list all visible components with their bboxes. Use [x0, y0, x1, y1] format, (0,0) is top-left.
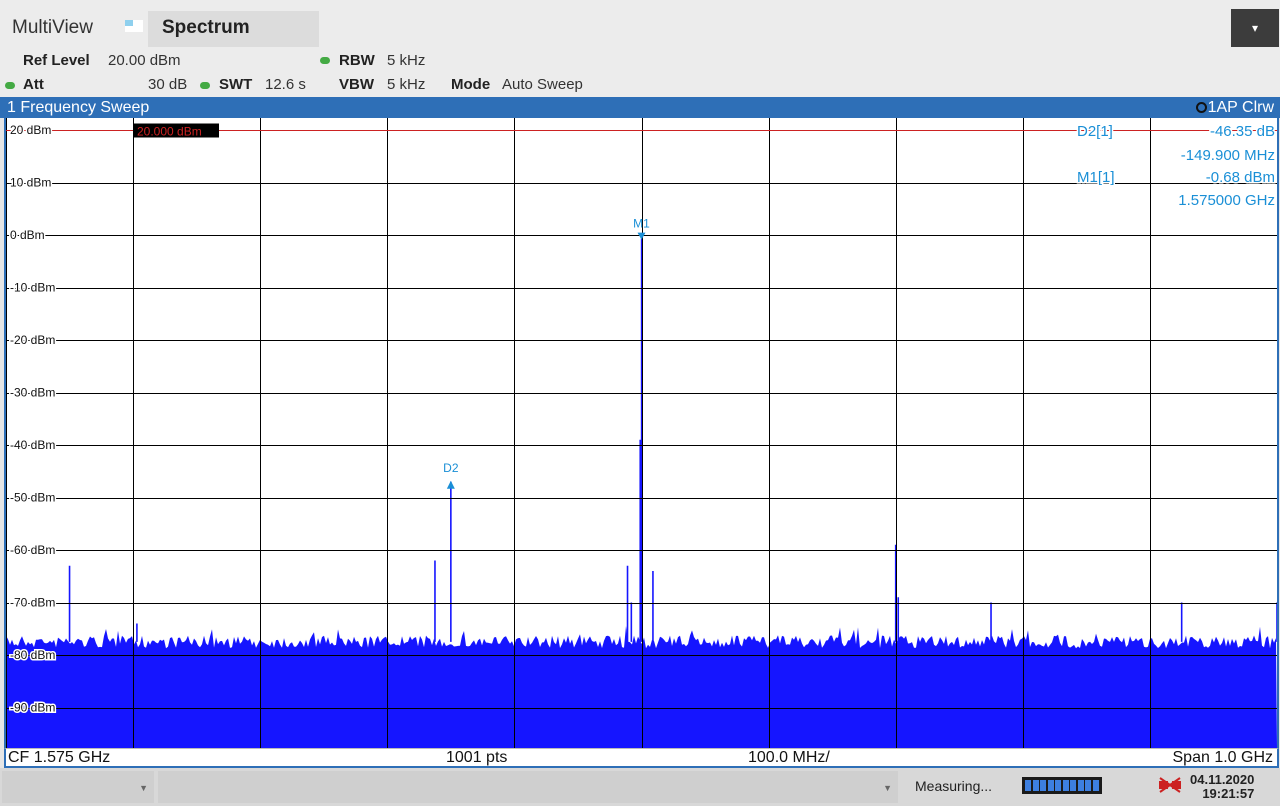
y-tick-label: -40 dBm	[10, 438, 55, 452]
marker-table-name: D2[1]	[1077, 123, 1113, 140]
y-tick-label: -90 dBm	[10, 701, 55, 715]
y-tick-label: -50 dBm	[10, 491, 55, 505]
progress-segment	[1040, 780, 1046, 791]
dropdown-menu-button[interactable]: ▾	[1231, 9, 1279, 47]
plot-footer: CF 1.575 GHz 1001 pts 100.0 MHz/ Span 1.…	[4, 748, 1279, 768]
network-status-icon	[1159, 777, 1181, 793]
spectrum-plot[interactable]: 20.000 dBm M1 D2 20 dBm 10 dBm 0 dBm -10 dBm…	[4, 118, 1279, 748]
trace-label: 1AP Clrw	[1207, 99, 1274, 116]
att-value: 30 dB	[148, 76, 188, 93]
ref-level-key: Ref Level	[23, 52, 90, 69]
spectrum-chart: 20.000 dBm M1 D2 20 dBm 10 dBm 0 dBm -10 dBm…	[6, 118, 1277, 748]
y-tick-label: 0 dBm	[10, 228, 45, 242]
progress-segment	[1047, 780, 1054, 791]
y-tick-label: -30 dBm	[10, 386, 55, 400]
division-size: 100.0 MHz/	[748, 749, 830, 766]
trace-circle-icon	[1195, 102, 1207, 113]
y-tick-label: -60 dBm	[10, 543, 55, 557]
multiview-label[interactable]: MultiView	[12, 17, 93, 39]
vbw-key: VBW	[339, 76, 374, 93]
progress-segment	[1055, 780, 1061, 791]
y-tick-label: -70 dBm	[10, 596, 55, 610]
tab-spectrum[interactable]: Spectrum	[148, 11, 319, 47]
marker-table-value: -0.68 dBm	[1206, 169, 1275, 186]
y-tick-label: -20 dBm	[10, 333, 55, 347]
marker-d2-label: D2	[443, 461, 459, 475]
y-tick-label: 20 dBm	[10, 123, 51, 137]
y-tick-label: -10 dBm	[10, 281, 55, 295]
rbw-value: 5 kHz	[387, 52, 426, 69]
progress-segment	[1062, 780, 1069, 791]
swt-key: SWT	[219, 76, 253, 93]
measuring-status: Measuring...	[915, 778, 993, 794]
swt-status-dot	[200, 82, 210, 89]
progress-segment	[1025, 780, 1031, 791]
chevron-down-icon: ▾	[1251, 21, 1259, 35]
trace-noise-floor	[6, 626, 1277, 748]
progress-segment	[1085, 780, 1091, 791]
ref-level-value: 20.00 dBm	[108, 52, 181, 69]
status-time: 19:21:57	[1202, 786, 1255, 801]
datetime: 04.11.2020 19:21:57	[1190, 773, 1254, 801]
settings-panel: Ref Level 20.00 dBm RBW 5 kHz Att 30 dB …	[0, 50, 1280, 97]
window-title: 1 Frequency Sweep	[7, 99, 150, 116]
progress-segment	[1070, 780, 1076, 791]
status-bar: ▼ ▼ Measuring... 04.11.2020 19:21:57	[0, 768, 1280, 806]
progress-segment	[1032, 780, 1039, 791]
center-frequency: CF 1.575 GHz	[8, 749, 111, 766]
status-date: 04.11.2020	[1190, 772, 1255, 787]
progress-bar	[1022, 777, 1102, 794]
progress-segment	[1092, 780, 1099, 791]
progress-segment	[1077, 780, 1084, 791]
top-bar: MultiView Spectrum ▾	[0, 0, 1280, 50]
y-tick-label: 10 dBm	[10, 176, 51, 190]
y-tick-label: -80 dBm	[10, 648, 55, 662]
chevron-down-icon: ▼	[139, 783, 148, 793]
window-title-bar[interactable]: 1 Frequency Sweep 1AP Clrw	[0, 97, 1280, 118]
points-count: 1001 pts	[446, 749, 508, 766]
marker-table-name: M1[1]	[1077, 169, 1115, 186]
softkey-slot-1[interactable]: ▼	[2, 771, 154, 803]
marker-table-value: -46.35 dB	[1210, 123, 1275, 140]
trace-indicator: 1AP Clrw	[1195, 97, 1274, 118]
mode-key: Mode	[451, 76, 491, 93]
marker-table-freq: -149.900 MHz	[1181, 147, 1275, 164]
window-layout-icon	[125, 20, 143, 32]
span-value: Span 1.0 GHz	[1172, 749, 1274, 766]
rbw-key: RBW	[339, 52, 375, 69]
marker-table-freq: 1.575000 GHz	[1178, 192, 1275, 209]
marker-m1-symbol[interactable]	[637, 232, 646, 240]
mode-value: Auto Sweep	[502, 76, 583, 93]
softkey-slot-2[interactable]: ▼	[158, 771, 898, 803]
att-status-dot	[5, 82, 15, 89]
rbw-status-dot	[320, 57, 330, 64]
chevron-down-icon: ▼	[883, 783, 892, 793]
ref-level-label: 20.000 dBm	[137, 125, 202, 139]
marker-d2-symbol[interactable]	[446, 480, 455, 489]
vbw-value: 5 kHz	[387, 76, 426, 93]
marker-m1-label: M1	[633, 217, 650, 231]
swt-value: 12.6 s	[265, 76, 306, 93]
att-key: Att	[23, 76, 44, 93]
